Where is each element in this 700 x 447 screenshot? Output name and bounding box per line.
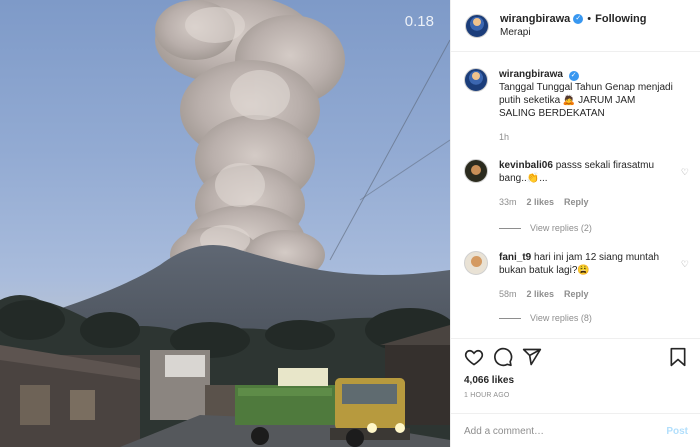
- view-replies-label: View replies (2): [530, 223, 592, 233]
- video-timer: 0.18: [404, 13, 434, 30]
- volcano-eruption-frame: [0, 0, 450, 447]
- separator-dot: •: [587, 12, 592, 25]
- avatar[interactable]: [464, 159, 488, 183]
- view-replies-button[interactable]: View replies (2): [499, 223, 592, 233]
- post-actions: 4,066 likes 1 HOUR AGO Add a comment… Po…: [451, 338, 700, 447]
- caption-time[interactable]: 1h: [499, 131, 509, 144]
- bookmark-icon[interactable]: [668, 347, 688, 367]
- caption: wirangbirawa ✓ Tanggal Tunggal Tahun Gen…: [464, 68, 689, 144]
- video-player[interactable]: 0.18: [0, 0, 450, 447]
- avatar[interactable]: [465, 13, 489, 38]
- comment-username[interactable]: kevinbali06: [499, 160, 553, 171]
- add-comment-bar: Add a comment… Post: [451, 413, 700, 447]
- heart-icon[interactable]: [464, 347, 484, 367]
- author-username[interactable]: wirangbirawa: [500, 12, 570, 26]
- comment-icon[interactable]: [493, 347, 513, 367]
- comment-likes[interactable]: 2 likes: [527, 288, 555, 301]
- comment-item: fani_t9 hari ini jam 12 siang muntah buk…: [464, 251, 689, 301]
- avatar[interactable]: [464, 251, 488, 275]
- comment-time[interactable]: 58m: [499, 288, 517, 301]
- comment-like-heart-icon[interactable]: ♡: [681, 167, 689, 178]
- post-header: wirangbirawa ✓ • Following Merapi: [451, 0, 700, 52]
- comment-username[interactable]: fani_t9: [499, 252, 531, 263]
- reply-button[interactable]: Reply: [564, 196, 589, 209]
- caption-text: Tanggal Tunggal Tahun Genap menjadi puti…: [499, 82, 673, 119]
- view-replies-button[interactable]: View replies (8): [499, 313, 592, 323]
- verified-badge-icon: ✓: [568, 71, 579, 81]
- likes-count[interactable]: 4,066 likes: [464, 375, 514, 386]
- post-side-panel: wirangbirawa ✓ • Following Merapi wirang…: [450, 0, 700, 447]
- reply-button[interactable]: Reply: [564, 288, 589, 301]
- following-button[interactable]: Following: [595, 12, 646, 26]
- view-replies-label: View replies (8): [530, 313, 592, 323]
- posted-time[interactable]: 1 HOUR AGO: [464, 392, 510, 399]
- comment-likes[interactable]: 2 likes: [527, 196, 555, 209]
- verified-badge-icon: ✓: [573, 13, 584, 24]
- divider: [499, 227, 521, 229]
- comment-like-heart-icon[interactable]: ♡: [681, 259, 689, 270]
- comment-item: kevinbali06 passs sekali firasatmu bang.…: [464, 159, 689, 209]
- divider: [499, 317, 521, 319]
- location-link[interactable]: Merapi: [500, 26, 646, 40]
- comment-input[interactable]: Add a comment…: [464, 426, 544, 437]
- caption-username[interactable]: wirangbirawa: [499, 69, 563, 80]
- avatar[interactable]: [464, 68, 488, 92]
- share-icon[interactable]: [522, 347, 542, 367]
- post-comment-button[interactable]: Post: [666, 426, 688, 437]
- comment-time[interactable]: 33m: [499, 196, 517, 209]
